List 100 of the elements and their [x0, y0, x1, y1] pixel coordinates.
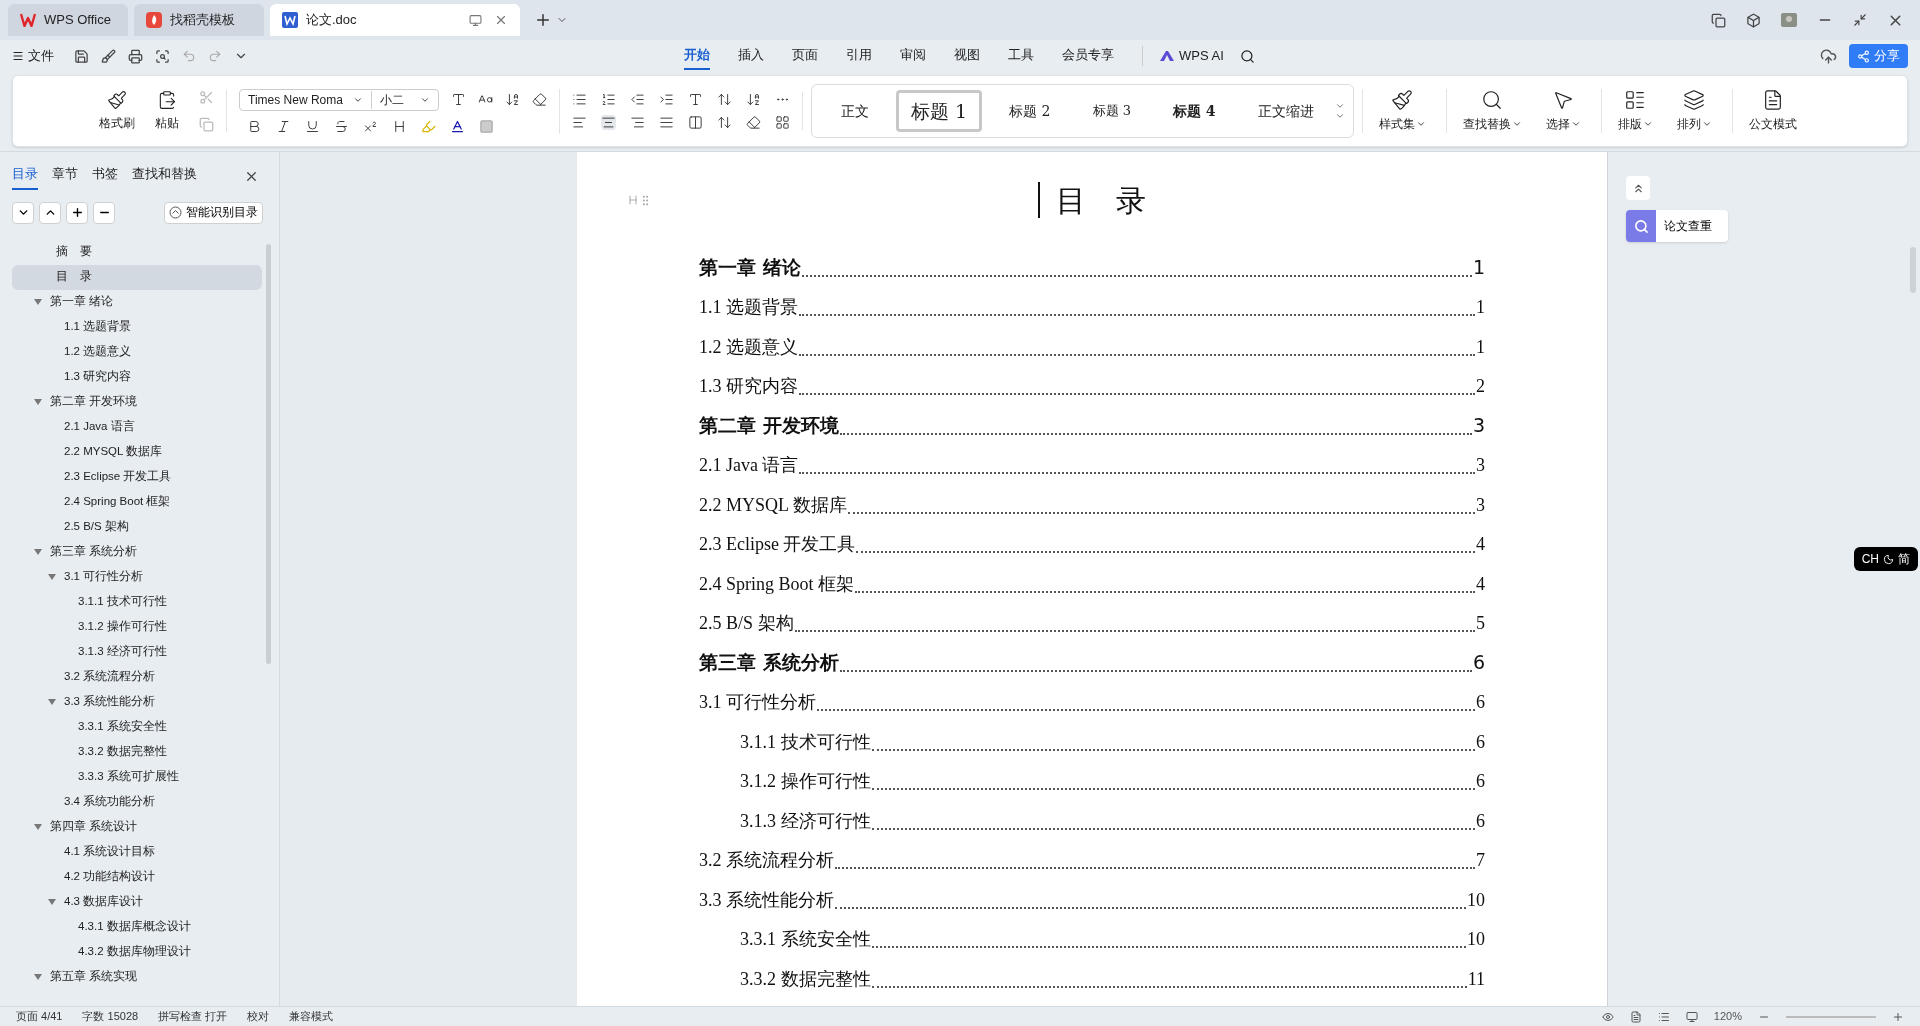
outline-item[interactable]: 4.1 系统设计目标: [12, 839, 262, 865]
toc-entry[interactable]: 3.3 系统性能分析: [699, 886, 834, 914]
expanded-triangle-icon[interactable]: [34, 973, 42, 981]
toc-entry[interactable]: 3.3.2 数据完整性: [740, 965, 871, 993]
expanded-triangle-icon[interactable]: [48, 898, 56, 906]
outline-item[interactable]: 2.3 Eclipse 开发工具: [12, 464, 262, 490]
cloud-upload-icon[interactable]: [1820, 47, 1837, 65]
ribbon-tab[interactable]: 页面: [792, 42, 818, 70]
outline-item[interactable]: 3.2 系统流程分析: [12, 664, 262, 690]
sort-az-icon[interactable]: [746, 92, 761, 107]
text-direction-icon[interactable]: [688, 92, 703, 107]
outline-item[interactable]: 1.3 研究内容: [12, 364, 262, 390]
ribbon-tool[interactable]: 查找替换: [1445, 89, 1534, 133]
ribbon-tab[interactable]: 工具: [1008, 42, 1034, 70]
outline-item[interactable]: 第三章 系统分析: [12, 539, 262, 565]
ribbon-tool[interactable]: 选择: [1533, 89, 1593, 133]
toc-entry[interactable]: 第二章 开发环境: [699, 411, 839, 440]
outline-item[interactable]: 3.1.2 操作可行性: [12, 614, 262, 640]
style-option[interactable]: 标题 2: [994, 90, 1066, 132]
monitor-icon[interactable]: [469, 13, 482, 27]
collapse-button[interactable]: [1626, 176, 1650, 200]
close-icon[interactable]: [494, 13, 508, 27]
toc-entry[interactable]: 2.1 Java 语言: [699, 452, 799, 479]
outline-item[interactable]: 2.1 Java 语言: [12, 414, 262, 440]
grow-font-icon[interactable]: [451, 92, 466, 107]
search-icon[interactable]: [1239, 48, 1255, 64]
status-item[interactable]: 页面 4/41: [16, 1008, 63, 1025]
outline-item[interactable]: 3.1.1 技术可行性: [12, 589, 262, 615]
ribbon-tab[interactable]: 开始: [684, 42, 710, 70]
print-icon[interactable]: [128, 48, 143, 64]
align-right-icon[interactable]: [630, 115, 645, 130]
outline-item[interactable]: 4.3.1 数据库概念设计: [12, 914, 262, 940]
strikethrough-icon[interactable]: [334, 118, 349, 134]
document-tab[interactable]: 论文.doc: [270, 4, 520, 36]
more-icon[interactable]: [1334, 111, 1345, 121]
plagiarism-check-button[interactable]: 论文查重: [1626, 210, 1728, 242]
format-painter-button[interactable]: 格式刷: [99, 90, 135, 132]
outline-item[interactable]: 2.5 B/S 架构: [12, 514, 262, 540]
toc-entry[interactable]: 2.4 Spring Boot 框架: [699, 570, 854, 598]
outline-item[interactable]: 3.3 系统性能分析: [12, 689, 262, 715]
justify-icon[interactable]: [659, 115, 674, 130]
outline-item[interactable]: 第四章 系统设计: [12, 814, 262, 840]
italic-icon[interactable]: [276, 118, 291, 134]
outline-item[interactable]: 3.1 可行性分析: [12, 564, 262, 590]
underline-icon[interactable]: [305, 118, 320, 134]
toc-entry[interactable]: 1.1 选题背景: [699, 294, 798, 321]
expanded-triangle-icon[interactable]: [34, 823, 42, 831]
align-left-icon[interactable]: [572, 115, 587, 130]
toc-entry[interactable]: 2.2 MYSQL 数据库: [699, 491, 847, 519]
toc-entry[interactable]: 1.3 研究内容: [699, 373, 798, 400]
indent-icon[interactable]: [659, 92, 674, 107]
brush-icon[interactable]: [101, 48, 116, 64]
ribbon-tab[interactable]: 审阅: [900, 42, 926, 70]
zoom-level[interactable]: 120%: [1713, 1008, 1742, 1025]
scrollbar-thumb[interactable]: [266, 243, 271, 664]
toc-entry[interactable]: 2.3 Eclipse 开发工具: [699, 531, 856, 558]
toc-entry[interactable]: 3.3.1 系统安全性: [740, 926, 871, 953]
ribbon-tab[interactable]: 插入: [738, 42, 764, 70]
outline-item[interactable]: 摘 要: [12, 239, 262, 265]
expanded-triangle-icon[interactable]: [48, 698, 56, 706]
paste-button[interactable]: 粘贴: [155, 90, 179, 132]
style-option[interactable]: 标题 1: [896, 90, 983, 132]
document-tab[interactable]: 找稻壳模板: [134, 4, 264, 36]
status-item[interactable]: 拼写检查 打开: [158, 1008, 228, 1025]
restore-icon[interactable]: [1853, 13, 1867, 27]
outline-item[interactable]: 1.2 选题意义: [12, 339, 262, 365]
window-icon[interactable]: [1711, 12, 1726, 28]
toc-entry[interactable]: 3.2 系统流程分析: [699, 847, 834, 874]
sidebar-tab[interactable]: 书签: [92, 164, 118, 190]
align-center-icon[interactable]: [601, 115, 616, 130]
outline-item[interactable]: 3.1.3 经济可行性: [12, 639, 262, 665]
expanded-triangle-icon[interactable]: [34, 548, 42, 556]
input-method-badge[interactable]: CH 简: [1853, 547, 1918, 571]
outline-view-icon[interactable]: [1657, 1010, 1670, 1023]
bullet-list-icon[interactable]: [572, 92, 587, 107]
outline-item[interactable]: 3.3.3 系统可扩展性: [12, 764, 262, 790]
file-menu[interactable]: 文件: [12, 46, 54, 66]
toc-entry[interactable]: 2.5 B/S 架构: [699, 610, 794, 637]
toc-entry[interactable]: 3.1.2 操作可行性: [740, 768, 871, 795]
outline-item[interactable]: 第五章 系统实现: [12, 964, 262, 990]
outline-item[interactable]: 第二章 开发环境: [12, 389, 262, 415]
style-option[interactable]: 正文: [826, 90, 884, 132]
style-option[interactable]: 正文缩进: [1242, 90, 1329, 132]
ai-button[interactable]: WPS AI: [1142, 46, 1224, 66]
print-preview-icon[interactable]: [155, 48, 170, 64]
zoom-in-icon[interactable]: [1892, 1010, 1904, 1023]
outline-item[interactable]: 4.3.2 数据库物理设计: [12, 939, 262, 965]
expanded-triangle-icon[interactable]: [34, 398, 42, 406]
new-tab-icon[interactable]: [534, 11, 552, 29]
style-option[interactable]: 标题 3: [1077, 90, 1146, 132]
ribbon-tool[interactable]: 排列: [1664, 89, 1724, 133]
toc-entry[interactable]: 第一章 绪论: [699, 253, 801, 282]
web-view-icon[interactable]: [1685, 1010, 1698, 1023]
smart-toc-button[interactable]: 智能识别目录: [164, 201, 263, 224]
outline-item[interactable]: 4.2 功能结构设计: [12, 864, 262, 890]
eye-icon[interactable]: [1601, 1010, 1614, 1023]
ribbon-tool[interactable]: 排版: [1600, 89, 1665, 133]
toc-entry[interactable]: 3.1.3 经济可行性: [740, 807, 871, 835]
outline-item[interactable]: 2.2 MYSQL 数据库: [12, 439, 262, 465]
outline-item[interactable]: 3.4 系统功能分析: [12, 789, 262, 815]
